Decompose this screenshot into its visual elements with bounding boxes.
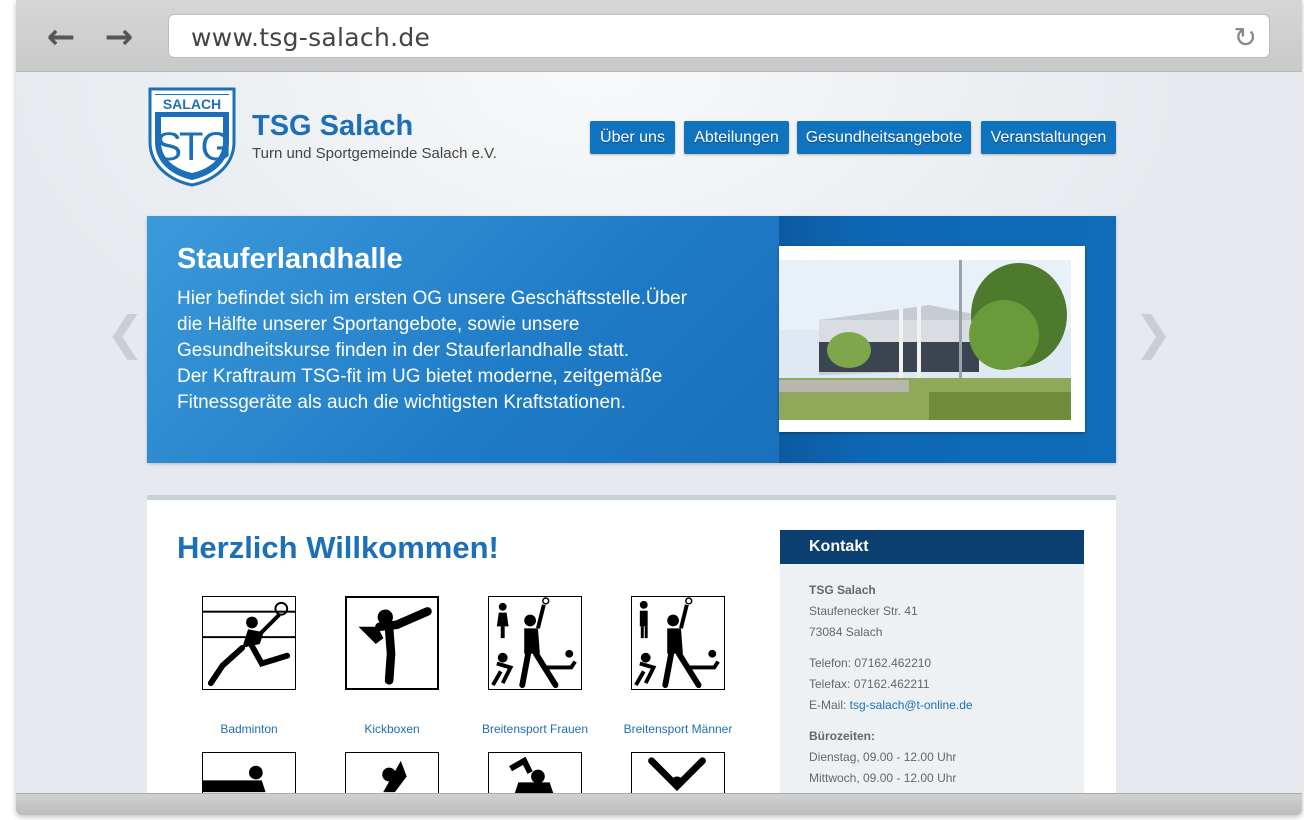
department-tile[interactable] bbox=[317, 752, 467, 793]
shooting-icon[interactable] bbox=[202, 752, 296, 793]
browser-window: ← → www.tsg-salach.de ↻ SALACH STG TSG S… bbox=[16, 0, 1302, 815]
slide-title: Stauferlandhalle bbox=[177, 243, 403, 275]
gymnastics-icon[interactable] bbox=[345, 752, 439, 793]
swimming-icon[interactable] bbox=[488, 752, 582, 793]
sports-women-icon[interactable] bbox=[488, 596, 582, 690]
slider-next-icon[interactable]: ❯ bbox=[1134, 306, 1173, 360]
kontakt-city: 73084 Salach bbox=[809, 625, 883, 639]
slide-line: Fitnessgeräte als auch die wichtigsten K… bbox=[177, 392, 626, 413]
kontakt-name: TSG Salach bbox=[809, 583, 876, 597]
slide-line: Der Kraftraum TSG-fit im UG bietet moder… bbox=[177, 366, 663, 387]
kontakt-fax: Telefax: 07162.462211 bbox=[809, 677, 930, 691]
department-label[interactable]: Badminton bbox=[174, 722, 324, 736]
hero-slider: Stauferlandhalle Hier befindet sich im e… bbox=[147, 216, 1116, 463]
tsg-logo[interactable]: SALACH STG bbox=[147, 87, 237, 187]
reload-icon[interactable]: ↻ bbox=[1234, 21, 1257, 54]
kontakt-email-row: E-Mail: tsg-salach@t-online.de bbox=[809, 695, 1084, 716]
hours-heading: Bürozeiten: bbox=[809, 729, 875, 743]
arrow-left-icon[interactable]: ← bbox=[44, 20, 78, 54]
arrow-right-icon[interactable]: → bbox=[102, 20, 136, 54]
kontakt-phone: Telefon: 07162.462210 bbox=[809, 656, 932, 670]
nav-veranstaltungen[interactable]: Veranstaltungen bbox=[981, 121, 1116, 154]
kontakt-street: Staufenecker Str. 41 bbox=[809, 604, 918, 618]
nav-ueber-uns[interactable]: Über uns bbox=[590, 121, 675, 154]
site-title[interactable]: TSG Salach bbox=[252, 110, 413, 143]
kontakt-email-link[interactable]: tsg-salach@t-online.de bbox=[850, 698, 973, 712]
welcome-heading: Herzlich Willkommen! bbox=[177, 530, 499, 565]
department-tile-breitensport-maenner[interactable]: Breitensport Männer bbox=[603, 596, 753, 736]
slide-line: Gesundheitskurse finden in der Stauferla… bbox=[177, 340, 630, 361]
address-bar[interactable]: www.tsg-salach.de ↻ bbox=[168, 14, 1270, 58]
kontakt-email-label: E-Mail: bbox=[809, 698, 850, 712]
main-content: Herzlich Willkommen! Badminton Kickboxen… bbox=[147, 500, 1116, 793]
aerobics-icon[interactable] bbox=[631, 752, 725, 793]
nav-gesundheitsangebote[interactable]: Gesundheitsangebote bbox=[797, 121, 971, 154]
department-tile-badminton[interactable]: Badminton bbox=[174, 596, 324, 736]
url-text[interactable]: www.tsg-salach.de bbox=[191, 23, 430, 52]
hours-line: Dienstag, 09.00 - 12.00 Uhr bbox=[809, 750, 957, 764]
slide-line: die Hälfte unserer Sportangebote, sowie … bbox=[177, 314, 580, 335]
department-tile[interactable] bbox=[603, 752, 753, 793]
slider-prev-icon[interactable]: ❮ bbox=[106, 306, 145, 360]
nav-abteilungen[interactable]: Abteilungen bbox=[684, 121, 789, 154]
sports-men-icon[interactable] bbox=[631, 596, 725, 690]
kontakt-box: TSG Salach Staufenecker Str. 41 73084 Sa… bbox=[780, 564, 1084, 793]
department-tile-breitensport-frauen[interactable]: Breitensport Frauen bbox=[460, 596, 610, 736]
slide-text: Hier befindet sich im ersten OG unsere G… bbox=[177, 286, 767, 416]
kickboxing-icon[interactable] bbox=[345, 596, 439, 690]
badminton-icon[interactable] bbox=[202, 596, 296, 690]
department-tile[interactable] bbox=[460, 752, 610, 793]
stauferlandhalle-photo bbox=[779, 260, 1071, 420]
site-subtitle: Turn und Sportgemeinde Salach e.V. bbox=[252, 145, 497, 162]
department-label[interactable]: Breitensport Männer bbox=[603, 722, 753, 736]
department-tile[interactable] bbox=[174, 752, 324, 793]
kontakt-heading: Kontakt bbox=[780, 530, 1084, 564]
department-label[interactable]: Breitensport Frauen bbox=[460, 722, 610, 736]
department-tile-kickboxen[interactable]: Kickboxen bbox=[317, 596, 467, 736]
logo-text: SALACH bbox=[163, 96, 221, 112]
browser-toolbar: ← → www.tsg-salach.de ↻ bbox=[16, 0, 1302, 72]
hours-line: Mittwoch, 09.00 - 12.00 Uhr bbox=[809, 771, 957, 785]
slide-photo-frame bbox=[779, 246, 1085, 432]
page-viewport: SALACH STG TSG Salach Turn und Sportgeme… bbox=[16, 72, 1302, 793]
department-label[interactable]: Kickboxen bbox=[317, 722, 467, 736]
slide-line: Hier befindet sich im ersten OG unsere G… bbox=[177, 288, 688, 309]
browser-bottom-bar bbox=[16, 793, 1302, 815]
logo-letters: STG bbox=[155, 125, 229, 169]
